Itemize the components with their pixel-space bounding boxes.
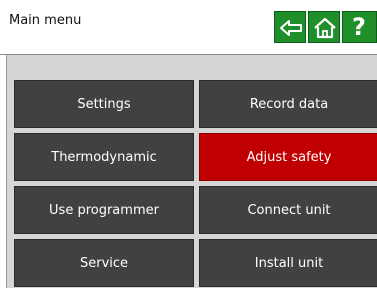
home-button[interactable] (308, 11, 340, 43)
back-button[interactable] (274, 11, 306, 43)
install-unit-button[interactable]: Install unit (199, 239, 377, 287)
thermodynamic-button[interactable]: Thermodynamic (14, 133, 194, 181)
main-menu-screen: Main menu ? Settings Record data Thermod… (0, 0, 377, 288)
home-icon (314, 17, 336, 39)
record-data-button[interactable]: Record data (199, 80, 377, 128)
help-button[interactable]: ? (342, 11, 377, 43)
use-programmer-button[interactable]: Use programmer (14, 186, 194, 234)
help-icon: ? (352, 13, 366, 41)
settings-button[interactable]: Settings (14, 80, 194, 128)
page-title: Main menu (9, 13, 82, 28)
back-arrow-icon (280, 20, 302, 36)
service-button[interactable]: Service (14, 239, 194, 287)
menu-grid: Settings Record data Thermodynamic Adjus… (14, 80, 377, 288)
connect-unit-button[interactable]: Connect unit (199, 186, 377, 234)
header-bar: Main menu ? (0, 0, 377, 53)
adjust-safety-button[interactable]: Adjust safety (199, 133, 377, 181)
